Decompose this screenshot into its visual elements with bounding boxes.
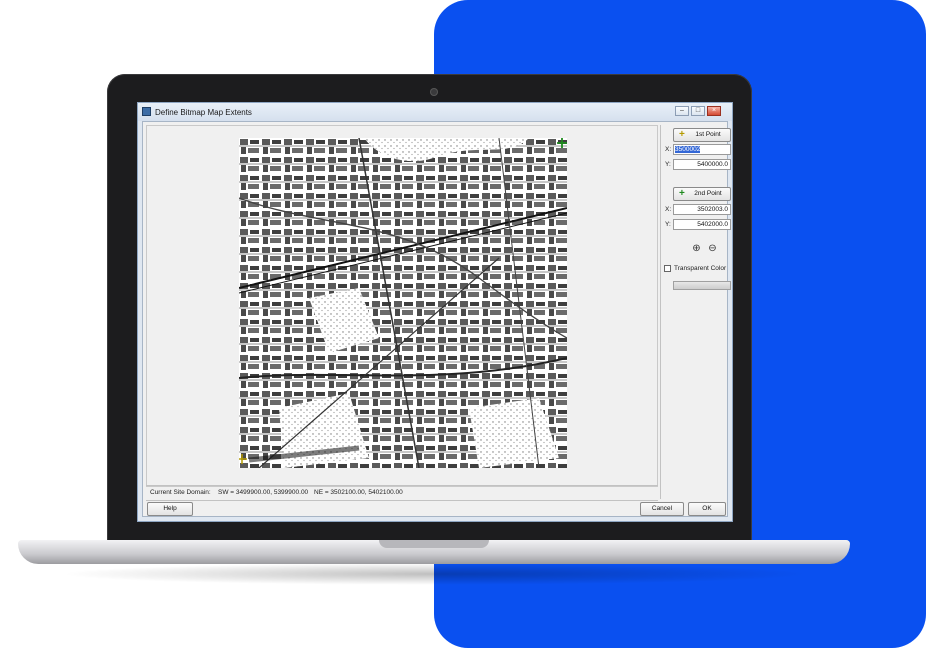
title-bar[interactable]: Define Bitmap Map Extents – □ × (138, 103, 732, 121)
status-ne: NE = 3502100.00, 5402100.00 (314, 489, 403, 496)
first-x-label: X: (665, 146, 672, 153)
second-x-field[interactable]: 3502003.0 (673, 204, 731, 215)
ok-button[interactable]: OK (688, 502, 726, 516)
coordinates-panel: + 1st Point X: 3500002 Y: 5400000.0 + 2n… (660, 125, 731, 499)
transparent-color-label: Transparent Color (674, 265, 727, 272)
map-viewport[interactable] (146, 125, 658, 487)
status-sw: SW = 3499900.00, 5399900.00 (218, 489, 309, 496)
window-title: Define Bitmap Map Extents (155, 108, 252, 117)
zoom-in-icon[interactable]: ⊕ (691, 243, 702, 254)
second-y-label: Y: (665, 221, 671, 228)
maximize-button[interactable]: □ (691, 106, 705, 116)
first-point-label: 1st Point (695, 131, 721, 138)
app-icon (142, 107, 151, 116)
dialog-client-area: Current Site Domain: SW = 3499900.00, 53… (142, 121, 731, 517)
dialog-window: Define Bitmap Map Extents – □ × Current … (137, 102, 733, 522)
zoom-out-icon[interactable]: ⊖ (707, 243, 718, 254)
second-point-label: 2nd Point (694, 190, 722, 197)
webcam-icon (430, 88, 438, 96)
help-button[interactable]: Help (147, 502, 193, 516)
first-y-field[interactable]: 5400000.0 (673, 159, 731, 170)
first-y-label: Y: (665, 161, 671, 168)
transparent-color-picker[interactable] (673, 281, 731, 290)
first-x-field[interactable]: 3500002 (673, 144, 731, 155)
close-button[interactable]: × (707, 106, 721, 116)
second-point-button[interactable]: + 2nd Point (673, 187, 731, 201)
crosshair-green-icon: + (679, 188, 685, 199)
bitmap-map-image[interactable] (239, 138, 567, 468)
cancel-button[interactable]: Cancel (640, 502, 684, 516)
laptop-shadow (60, 563, 810, 585)
second-x-label: X: (665, 206, 672, 213)
second-y-field[interactable]: 5402000.0 (673, 219, 731, 230)
laptop-notch (379, 540, 489, 548)
first-point-button[interactable]: + 1st Point (673, 128, 731, 142)
status-label: Current Site Domain: (150, 489, 211, 496)
minimize-button[interactable]: – (675, 106, 689, 116)
status-bar: Current Site Domain: SW = 3499900.00, 53… (146, 485, 658, 501)
transparent-color-checkbox[interactable] (664, 265, 671, 272)
crosshair-yellow-icon: + (679, 129, 685, 140)
